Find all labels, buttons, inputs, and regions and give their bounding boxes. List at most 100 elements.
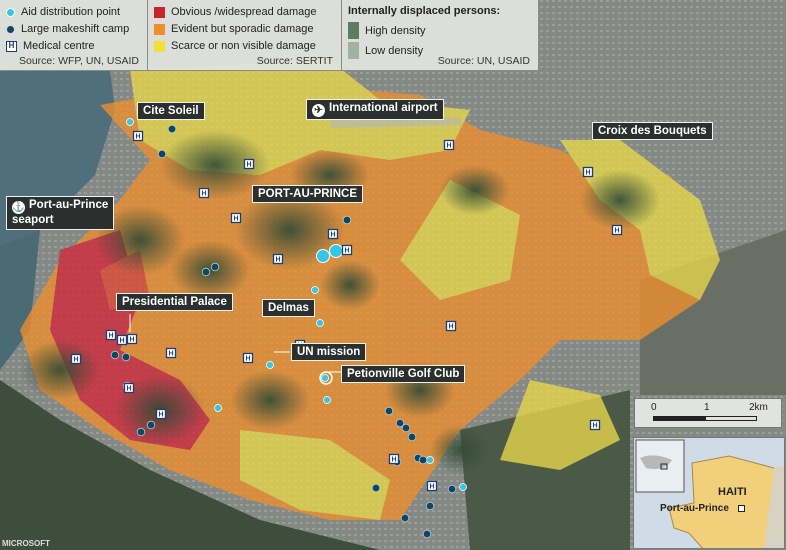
svg-text:H: H [448, 324, 453, 331]
medical-centre-icon: H [341, 244, 353, 256]
scale-tick-0: 0 [651, 402, 657, 413]
legend-idp-high: High density [365, 24, 426, 37]
svg-text:H: H [275, 257, 280, 264]
legend-aid-label: Aid distribution point [21, 6, 121, 18]
legend-evident-label: Evident but sporadic damage [171, 23, 314, 35]
svg-text:H: H [446, 143, 451, 150]
svg-text:H: H [233, 216, 238, 223]
scarce-damage-swatch [154, 40, 165, 52]
svg-text:H: H [585, 170, 590, 177]
legend-medical-label: Medical centre [23, 40, 95, 52]
svg-text:H: H [246, 162, 251, 169]
aid-point [266, 361, 274, 369]
legend-idp-title: Internally displaced persons: [348, 5, 501, 17]
aid-point-swatch [6, 7, 15, 17]
medical-centre-icon: H [198, 187, 210, 199]
damage-map: HHHHHHHHHHHHHHHHHHHHHHH Aid distribution… [0, 0, 786, 550]
medical-centre-icon: H [243, 158, 255, 170]
medical-centre-icon: H [327, 228, 339, 240]
medical-centre-icon: H [272, 253, 284, 265]
svg-text:H: H [330, 232, 335, 239]
medical-centre-icon: H [445, 320, 457, 332]
aid-point [214, 404, 222, 412]
medical-centre-icon: H [116, 334, 128, 346]
svg-text:H: H [614, 228, 619, 235]
makeshift-camp [167, 124, 177, 134]
medical-centre-icon: H [582, 166, 594, 178]
medical-centre-icon: H [165, 347, 177, 359]
evident-damage-swatch [154, 23, 165, 35]
makeshift-camp [342, 215, 352, 225]
medical-centre-icon: H [105, 329, 117, 341]
scale-tick-2: 2km [749, 402, 768, 413]
legend-idp-low: Low density [365, 44, 424, 57]
makeshift-camp [146, 420, 156, 430]
medical-icon: H [6, 40, 17, 52]
medical-centre-icon: H [426, 480, 438, 492]
scale-bar: 0 1 2km [634, 398, 782, 428]
label-croix-des-bouquets: Croix des Bouquets [592, 122, 713, 140]
airplane-icon: ✈ [312, 104, 325, 117]
svg-text:H: H [245, 356, 250, 363]
svg-text:H: H [391, 457, 396, 464]
makeshift-camp [136, 427, 146, 437]
makeshift-camp [121, 352, 131, 362]
svg-text:H: H [158, 412, 163, 419]
svg-text:H: H [119, 338, 124, 345]
scale-tick-1: 1 [704, 402, 710, 413]
legend-idp-source: Source: UN, USAID [437, 55, 530, 67]
aid-point [323, 396, 331, 404]
makeshift-camp [384, 406, 394, 416]
makeshift-camp [400, 513, 410, 523]
label-cite-soleil: Cite Soleil [137, 102, 205, 120]
label-presidential-palace: Presidential Palace [116, 293, 233, 311]
medical-centre-icon: H [589, 419, 601, 431]
aid-point [459, 483, 467, 491]
label-petionville: Petionville Golf Club [341, 365, 466, 383]
svg-text:H: H [344, 248, 349, 255]
makeshift-camp [110, 350, 120, 360]
makeshift-camp [401, 423, 411, 433]
aid-point-large [316, 249, 330, 263]
svg-text:H: H [168, 351, 173, 358]
legend-damage-source: Source: SERTIT [256, 55, 333, 67]
label-seaport-text: Port-au-Prince seaport [12, 199, 109, 226]
label-airport-text: International airport [329, 102, 438, 114]
medical-centre-icon: H [611, 224, 623, 236]
aid-point [316, 319, 324, 327]
legend-camp-label: Large makeshift camp [21, 23, 130, 35]
legend-points: Aid distribution point Large makeshift c… [0, 0, 148, 71]
inset-map [634, 438, 784, 548]
makeshift-camp [157, 149, 167, 159]
medical-centre-icon: H [388, 453, 400, 465]
legend-idp: Internally displaced persons: High densi… [342, 0, 539, 71]
inset-country-label: HAITI [718, 486, 747, 498]
idp-high-swatch [348, 22, 359, 39]
aid-point [126, 118, 134, 126]
legend-scarce-label: Scarce or non visible damage [171, 40, 316, 52]
medical-centre-icon: H [70, 353, 82, 365]
makeshift-camp [371, 483, 381, 493]
makeshift-camp [407, 432, 417, 442]
camp-swatch [6, 24, 15, 34]
svg-text:H: H [592, 423, 597, 430]
medical-centre-icon: H [230, 212, 242, 224]
label-airport: ✈ International airport [306, 99, 444, 120]
makeshift-camp [210, 262, 220, 272]
svg-text:H: H [129, 337, 134, 344]
medical-centre-icon: H [155, 408, 167, 420]
svg-text:H: H [73, 357, 78, 364]
anchor-icon: ⚓ [12, 201, 25, 214]
aid-point [426, 456, 434, 464]
svg-text:H: H [126, 386, 131, 393]
svg-text:H: H [135, 134, 140, 141]
legend-damage: Obvious /widespread damage Evident but s… [148, 0, 342, 71]
svg-text:H: H [201, 191, 206, 198]
aid-point [311, 286, 319, 294]
aid-point-large [329, 244, 343, 258]
label-un-mission: UN mission [291, 343, 367, 361]
medical-centre-icon: H [126, 333, 138, 345]
inset-city-label: Port-au-Prince [660, 503, 729, 514]
obvious-damage-swatch [154, 6, 165, 18]
legend-obvious-label: Obvious /widespread damage [171, 6, 317, 18]
